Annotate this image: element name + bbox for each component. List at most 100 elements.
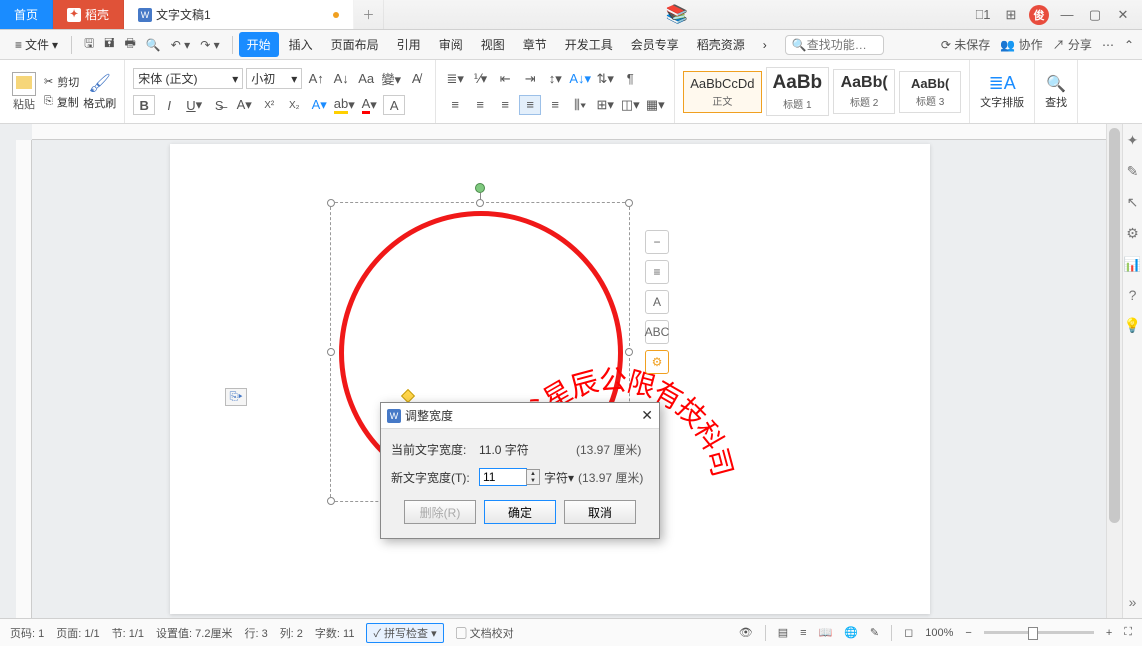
font-size-combo[interactable]: 小初▾	[246, 68, 302, 89]
eye-icon[interactable]: 👁	[739, 626, 753, 639]
find-button[interactable]: 🔍查找	[1035, 60, 1078, 123]
resize-handle[interactable]	[476, 199, 484, 207]
font-name-combo[interactable]: 宋体 (正文)▾	[133, 68, 243, 89]
clear-format-icon[interactable]: A̸	[405, 69, 427, 89]
tabstops-button[interactable]: ⊞▾	[594, 95, 616, 115]
workspace-icon[interactable]: ⎕1	[970, 2, 996, 28]
menutab-docer[interactable]: 稻壳资源	[689, 32, 753, 57]
unit-dropdown[interactable]: 字符▾	[544, 469, 574, 486]
style-h2[interactable]: AaBb(标题 2	[833, 69, 895, 114]
status-row[interactable]: 行: 3	[244, 625, 267, 641]
bulb-icon[interactable]: 💡	[1124, 317, 1141, 334]
page[interactable]: ⎘▸ 广东省星辰公限有技科司 − ≡ A ABC ⚙ W 调整宽度	[170, 144, 930, 614]
dialog-close-button[interactable]: ✕	[641, 407, 653, 424]
vertical-scrollbar[interactable]	[1106, 124, 1122, 618]
collapse-panel-icon[interactable]: »	[1129, 594, 1137, 610]
bold-button[interactable]: B	[133, 95, 155, 115]
assistant-icon[interactable]: ✦	[1127, 132, 1139, 149]
text-dir-button[interactable]: A↓▾	[569, 69, 591, 89]
format-brush[interactable]: 🖌格式刷	[83, 73, 116, 111]
zoom-out-button[interactable]: −	[965, 627, 971, 639]
zoom-value[interactable]: 100%	[925, 627, 953, 639]
preview-icon[interactable]: 🔍	[146, 38, 161, 52]
settings-icon[interactable]: ⚙	[1126, 225, 1139, 242]
saveas-icon[interactable]: 🖬	[104, 34, 114, 55]
more-icon[interactable]: ⋯	[1102, 38, 1114, 52]
tab-document[interactable]: W文字文稿1	[124, 0, 354, 29]
abc-icon[interactable]: ABC	[645, 320, 669, 344]
chart-icon[interactable]: 📊	[1124, 256, 1141, 273]
copy-button[interactable]: ⎘ 复制	[44, 94, 79, 110]
linespace-button[interactable]: ↕▾	[544, 69, 566, 89]
view-focus-icon[interactable]: ✎	[870, 626, 879, 639]
tab-docer[interactable]: ✦稻壳	[53, 0, 124, 29]
help-icon[interactable]: ?	[1129, 287, 1137, 303]
menutab-section[interactable]: 章节	[515, 32, 555, 57]
bullets-button[interactable]: ≣▾	[444, 69, 466, 89]
wrap-icon[interactable]: ≡	[645, 260, 669, 284]
status-pages[interactable]: 页面: 1/1	[56, 625, 99, 641]
columns-button[interactable]: ⫼▾	[569, 95, 591, 115]
superscript-button[interactable]: X²	[258, 95, 280, 115]
text-effect-button[interactable]: A▾	[308, 95, 330, 115]
typeset-button[interactable]: ≣A文字排版	[970, 60, 1035, 123]
grow-font-icon[interactable]: A↑	[305, 69, 327, 89]
view-web-icon[interactable]: 🌐	[844, 626, 858, 639]
underline-button[interactable]: U▾	[183, 95, 205, 115]
fullscreen-icon[interactable]: ⛶	[1124, 626, 1132, 639]
cancel-button[interactable]: 取消	[564, 500, 636, 524]
menutab-more[interactable]: ›	[755, 34, 775, 56]
align-center-button[interactable]: ≡	[469, 95, 491, 115]
style-h1[interactable]: AaBb标题 1	[766, 67, 830, 116]
view-read-icon[interactable]: 📖	[819, 626, 833, 639]
align-distribute-button[interactable]: ≡	[544, 95, 566, 115]
menutab-view[interactable]: 视图	[473, 32, 513, 57]
coop-button[interactable]: 👥 协作	[1000, 36, 1042, 53]
align-right-button[interactable]: ≡	[494, 95, 516, 115]
apps-icon[interactable]: ⊞	[998, 2, 1024, 28]
spellcheck-toggle[interactable]: ✓ 拼写检查 ▾	[366, 623, 443, 643]
unsaved-status[interactable]: ⟳ 未保存	[941, 36, 990, 53]
change-case-icon[interactable]: Aa	[355, 69, 377, 89]
shrink-font-icon[interactable]: A↓	[330, 69, 352, 89]
italic-button[interactable]: I	[158, 95, 180, 115]
ok-button[interactable]: 确定	[484, 500, 556, 524]
resize-handle[interactable]	[625, 199, 633, 207]
avatar[interactable]: 俊	[1026, 2, 1052, 28]
redo-icon[interactable]: ↷ ▾	[200, 38, 219, 52]
menutab-ref[interactable]: 引用	[389, 32, 429, 57]
highlight-button[interactable]: ab▾	[333, 95, 355, 115]
menutab-layout[interactable]: 页面布局	[323, 32, 387, 57]
select-icon[interactable]: ↖	[1127, 194, 1139, 211]
save-icon[interactable]: 🖫	[84, 34, 94, 55]
close-button[interactable]: ✕	[1110, 2, 1136, 28]
resize-handle[interactable]	[625, 348, 633, 356]
style-h3[interactable]: AaBb(标题 3	[899, 71, 961, 113]
resize-handle[interactable]	[327, 348, 335, 356]
align-left-button[interactable]: ≡	[444, 95, 466, 115]
status-page[interactable]: 页码: 1	[10, 625, 44, 641]
indent-inc-button[interactable]: ⇥	[519, 69, 541, 89]
indent-dec-button[interactable]: ⇤	[494, 69, 516, 89]
fit-icon[interactable]: ◻	[904, 626, 913, 639]
rotate-handle[interactable]	[475, 183, 485, 193]
minimize-button[interactable]: —	[1054, 2, 1080, 28]
strike-button[interactable]: S̶	[208, 95, 230, 115]
vertical-ruler[interactable]	[16, 140, 32, 618]
status-col[interactable]: 列: 2	[280, 625, 303, 641]
menutab-insert[interactable]: 插入	[281, 32, 321, 57]
tab-add[interactable]: ＋	[354, 0, 384, 29]
status-chars[interactable]: 字数: 11	[315, 625, 355, 641]
align-justify-button[interactable]: ≡	[519, 95, 541, 115]
collapse-ribbon-icon[interactable]: ⌃	[1124, 38, 1134, 52]
pen-icon[interactable]: ✎	[1127, 163, 1139, 180]
share-button[interactable]: ↗ 分享	[1053, 36, 1092, 53]
font-color-button[interactable]: A▾	[358, 95, 380, 115]
effects-icon[interactable]: ⚙	[645, 350, 669, 374]
phonetic-icon[interactable]: 變▾	[380, 69, 402, 89]
new-width-input[interactable]	[479, 468, 527, 486]
showmarks-button[interactable]: ¶	[619, 69, 641, 89]
maximize-button[interactable]: ▢	[1082, 2, 1108, 28]
subscript-button[interactable]: X₂	[283, 95, 305, 115]
menutab-vip[interactable]: 会员专享	[623, 32, 687, 57]
